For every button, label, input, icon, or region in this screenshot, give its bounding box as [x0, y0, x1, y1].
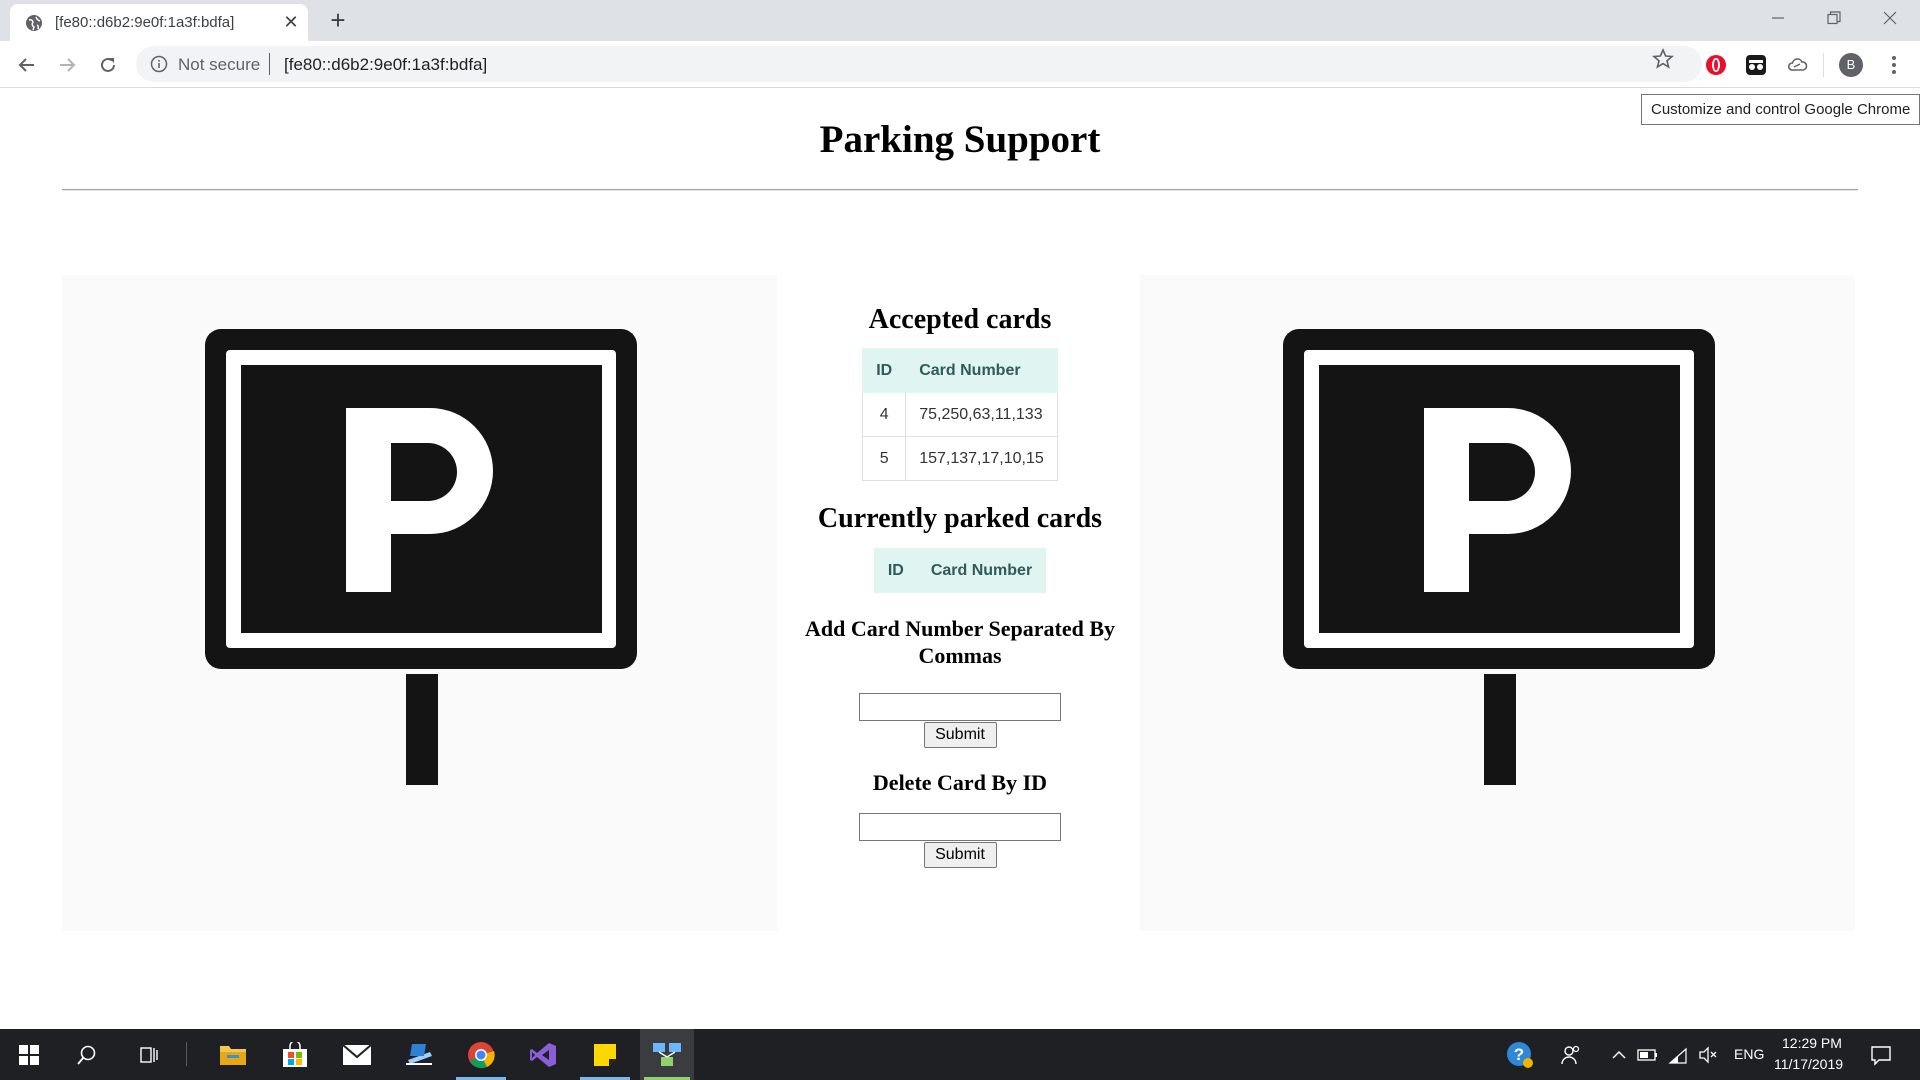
card-management-panel: Accepted cards ID Card Number 4 75,250,6…	[780, 199, 1140, 868]
wifi-icon[interactable]	[1662, 1029, 1694, 1080]
omnibox-divider	[269, 53, 270, 75]
browser-tab[interactable]: [fe80::d6b2:9e0f:1a3f:bdfa] ✕	[10, 4, 308, 41]
tab-title: [fe80::d6b2:9e0f:1a3f:bdfa]	[55, 14, 235, 31]
window-close-icon[interactable]	[1862, 0, 1918, 36]
cloud-extension-icon[interactable]	[1785, 53, 1809, 77]
start-windows-icon[interactable]	[0, 1029, 58, 1080]
battery-icon[interactable]	[1632, 1029, 1664, 1080]
browser-toolbar: Not secure [fe80::d6b2:9e0f:1a3f:bdfa] B	[0, 41, 1920, 88]
security-label[interactable]: Not secure	[178, 55, 260, 75]
page-title: Parking Support	[819, 118, 1101, 161]
forward-arrow-icon[interactable]	[52, 50, 82, 80]
accepted-cards-table: ID Card Number 4 75,250,63,11,133 5 157,…	[862, 348, 1058, 481]
profile-avatar[interactable]: B	[1839, 53, 1863, 77]
parking-sign-icon	[205, 329, 637, 785]
glasses-extension-icon[interactable]	[1744, 53, 1768, 77]
network-app-icon[interactable]	[640, 1029, 694, 1080]
tab-close-icon[interactable]: ✕	[280, 11, 302, 33]
svg-text:?: ?	[1514, 1045, 1524, 1064]
column-header-id: ID	[873, 548, 918, 593]
store-icon[interactable]	[266, 1029, 324, 1080]
delete-card-submit-button[interactable]: Submit	[923, 842, 997, 868]
card-number-cell: 75,250,63,11,133	[905, 392, 1058, 437]
remote-desktop-icon[interactable]	[390, 1029, 448, 1080]
table-header-row: ID Card Number	[873, 548, 1047, 593]
table-row: 5 157,137,17,10,15	[862, 436, 1058, 481]
parked-cards-heading: Currently parked cards	[817, 503, 1103, 534]
table-row: 4 75,250,63,11,133	[862, 392, 1058, 437]
column-header-id: ID	[862, 348, 907, 393]
table-header-row: ID Card Number	[862, 348, 1058, 393]
address-bar[interactable]: Not secure [fe80::d6b2:9e0f:1a3f:bdfa]	[136, 46, 1702, 82]
help-icon[interactable]: ?	[1494, 1029, 1546, 1080]
task-view-icon[interactable]	[120, 1029, 178, 1080]
card-id-cell: 4	[862, 392, 907, 437]
parking-sign-icon	[1283, 329, 1715, 785]
reload-icon[interactable]	[93, 50, 123, 80]
visual-studio-icon[interactable]	[514, 1029, 572, 1080]
info-icon[interactable]	[150, 55, 168, 73]
card-number-cell: 157,137,17,10,15	[905, 436, 1058, 481]
windows-taskbar: ? ENG 12:29 PM 11/17/2019	[0, 1029, 1920, 1080]
add-card-input[interactable]	[859, 693, 1061, 721]
parking-sign-image-right	[1140, 275, 1855, 931]
parked-cards-table: ID Card Number	[873, 548, 1047, 593]
column-header-card-number: Card Number	[905, 348, 1058, 393]
delete-card-input[interactable]	[859, 813, 1061, 841]
opera-extension-icon[interactable]	[1704, 53, 1728, 77]
column-header-card-number: Card Number	[916, 548, 1047, 593]
people-icon[interactable]	[1548, 1029, 1594, 1080]
back-arrow-icon[interactable]	[12, 50, 42, 80]
language-indicator[interactable]: ENG	[1734, 1046, 1764, 1062]
chrome-taskbar-icon[interactable]	[452, 1029, 510, 1080]
toolbar-divider	[1823, 53, 1824, 77]
volume-muted-icon[interactable]	[1692, 1029, 1724, 1080]
clock-date[interactable]: 11/17/2019	[1774, 1056, 1843, 1072]
taskbar-divider	[186, 1042, 187, 1066]
tab-strip: [fe80::d6b2:9e0f:1a3f:bdfa] ✕ +	[0, 0, 1920, 41]
accepted-cards-heading: Accepted cards	[868, 304, 1052, 335]
menu-tooltip: Customize and control Google Chrome	[1641, 94, 1920, 125]
sticky-notes-icon[interactable]	[576, 1029, 634, 1080]
file-explorer-icon[interactable]	[204, 1029, 262, 1080]
card-id-cell: 5	[862, 436, 907, 481]
title-divider	[62, 189, 1858, 191]
search-icon[interactable]	[58, 1029, 116, 1080]
minimize-icon[interactable]	[1750, 0, 1806, 36]
kebab-menu-icon[interactable]	[1880, 51, 1908, 79]
parking-sign-image-left	[62, 275, 777, 931]
delete-card-heading: Delete Card By ID	[872, 770, 1048, 795]
bookmark-star-icon[interactable]	[1652, 48, 1674, 70]
add-card-submit-button[interactable]: Submit	[923, 722, 997, 748]
globe-icon	[26, 15, 42, 31]
restore-icon[interactable]	[1806, 0, 1862, 36]
clock-time[interactable]: 12:29 PM	[1782, 1035, 1842, 1051]
new-tab-button[interactable]: +	[324, 6, 352, 34]
add-card-heading: Add Card Number Separated By Commas	[804, 616, 1116, 668]
notifications-icon[interactable]	[1858, 1029, 1904, 1080]
page-content: Parking Support Accepted cards ID Card N…	[0, 89, 1920, 1029]
url-text[interactable]: [fe80::d6b2:9e0f:1a3f:bdfa]	[284, 55, 487, 75]
mail-icon[interactable]	[328, 1029, 386, 1080]
